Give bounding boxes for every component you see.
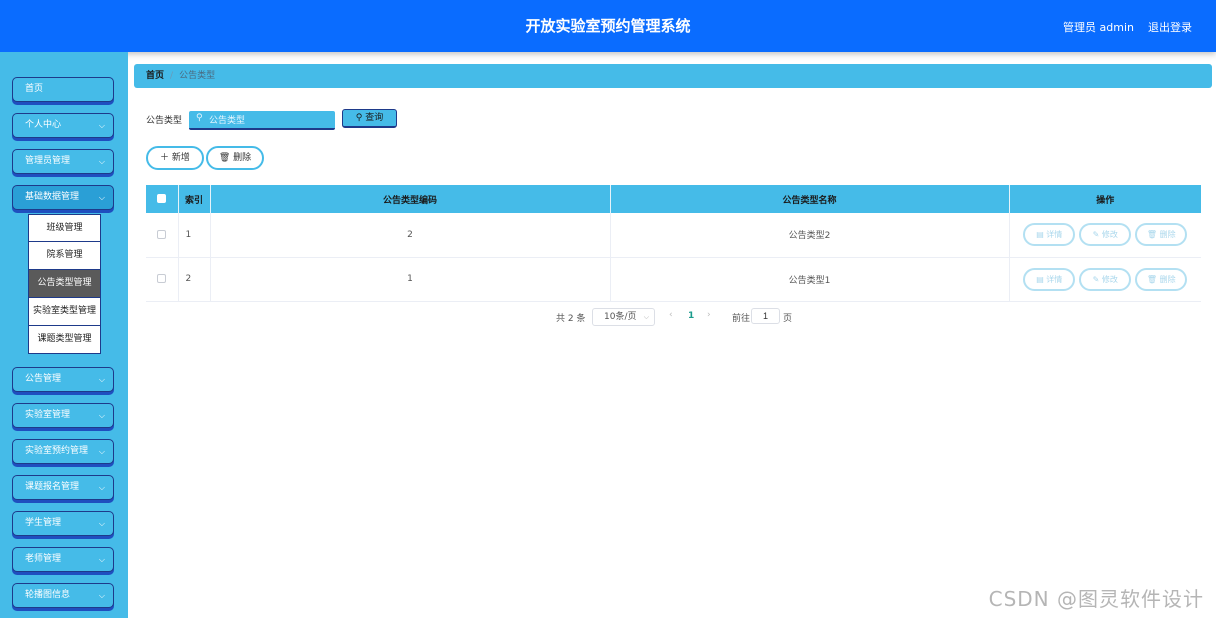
checkbox[interactable] [157, 274, 167, 283]
chevron-down-icon: ⌵ [98, 375, 105, 384]
submenu-item-class[interactable]: 班级管理 [29, 214, 100, 242]
submenu-item-notice-type[interactable]: 公告类型管理 [29, 270, 100, 298]
row-code: 1 [210, 257, 611, 302]
row-index: 1 [178, 213, 211, 258]
logout-link[interactable]: 退出登录 [1148, 19, 1192, 35]
query-button[interactable]: ⚲ 查询 [342, 109, 397, 128]
submenu-basic-data: 班级管理 院系管理 公告类型管理 实验室类型管理 课题类型管理 [28, 214, 101, 354]
submenu-item-department[interactable]: 院系管理 [29, 242, 100, 270]
document-icon: ▤ [1036, 274, 1047, 284]
edit-icon: ✎ [1092, 230, 1102, 240]
chevron-down-icon: ⌵ [98, 483, 105, 492]
detail-button[interactable]: ▤ 详情 [1023, 223, 1076, 247]
chevron-down-icon: ⌵ [98, 447, 105, 456]
sidebar-item-basic-data[interactable]: 基础数据管理 ⌵ [12, 185, 114, 210]
header-operations: 操作 [1009, 185, 1201, 213]
pagination-total: 共 2 条 [556, 314, 586, 324]
edit-icon: ✎ [1092, 274, 1102, 284]
sidebar-item-notice[interactable]: 公告管理 ⌵ [12, 367, 114, 392]
delete-row-button[interactable]: 🗑 删除 [1135, 223, 1188, 247]
app-title: 开放实验室预约管理系统 [525, 17, 691, 35]
row-checkbox-cell[interactable] [146, 213, 179, 258]
header-index: 索引 [178, 185, 211, 213]
table-row: 2 1 公告类型1 ▤ 详情 ✎ 修改 🗑 删除 [146, 257, 1201, 302]
next-page-button[interactable]: › [707, 310, 711, 320]
chevron-down-icon: ⌵ [98, 555, 105, 564]
trash-icon: 🗑 [218, 153, 234, 163]
row-checkbox-cell[interactable] [146, 257, 179, 302]
chevron-down-icon: ⌵ [98, 157, 105, 166]
header-code: 公告类型编码 [210, 185, 611, 213]
checkbox[interactable] [157, 229, 167, 239]
search-label: 公告类型 [146, 116, 183, 126]
notice-type-table: 索引 公告类型编码 公告类型名称 操作 1 2 公告类型2 ▤ 详情 ✎ 修改 🗑 … [146, 185, 1201, 302]
chevron-down-icon: ⌵ [98, 121, 105, 130]
goto-page-input[interactable] [751, 308, 780, 324]
detail-button[interactable]: ▤ 详情 [1023, 267, 1076, 291]
chevron-down-icon: ⌵ [98, 519, 105, 528]
sidebar-item-student[interactable]: 学生管理 ⌵ [12, 511, 114, 536]
trash-icon: 🗑 [1146, 274, 1160, 284]
submenu-item-topic-type[interactable]: 课题类型管理 [29, 326, 100, 354]
breadcrumb-current: 公告类型 [179, 71, 216, 81]
row-name: 公告类型2 [610, 213, 1010, 258]
header-name: 公告类型名称 [610, 185, 1010, 213]
table-header-row: 索引 公告类型编码 公告类型名称 操作 [146, 185, 1201, 213]
plus-icon: ＋ [160, 153, 172, 163]
sidebar-item-personal-center[interactable]: 个人中心 ⌵ [12, 113, 114, 138]
breadcrumb: 首页 / 公告类型 [134, 64, 1212, 88]
sidebar-item-carousel[interactable]: 轮播图信息 ⌵ [12, 583, 114, 608]
delete-button[interactable]: 🗑 删除 [206, 146, 264, 170]
chevron-down-icon: ⌵ [98, 591, 105, 600]
delete-row-button[interactable]: 🗑 删除 [1135, 267, 1188, 291]
search-input[interactable] [189, 111, 335, 130]
breadcrumb-separator: / [170, 71, 174, 81]
row-name: 公告类型1 [610, 257, 1010, 302]
search-icon: ⚲ [355, 113, 366, 123]
checkbox[interactable] [157, 194, 167, 203]
sidebar-item-lab-booking[interactable]: 实验室预约管理 ⌵ [12, 439, 114, 464]
trash-icon: 🗑 [1146, 230, 1160, 240]
page-size-select[interactable]: 10条/页 ⌵ [592, 308, 655, 326]
row-code: 2 [210, 213, 611, 258]
top-header: 开放实验室预约管理系统 管理员 admin 退出登录 [0, 0, 1216, 52]
page-number-current[interactable]: 1 [688, 311, 694, 321]
row-operations: ▤ 详情 ✎ 修改 🗑 删除 [1009, 257, 1201, 302]
table-row: 1 2 公告类型2 ▤ 详情 ✎ 修改 🗑 删除 [146, 213, 1201, 258]
sidebar-item-home[interactable]: 首页 [12, 77, 114, 102]
header-user-area: 管理员 admin 退出登录 [1063, 19, 1192, 35]
document-icon: ▤ [1036, 230, 1047, 240]
add-button[interactable]: ＋ 新增 [146, 146, 204, 170]
chevron-down-icon: ⌵ [643, 313, 649, 321]
current-user: 管理员 admin [1063, 21, 1134, 34]
sidebar-item-lab[interactable]: 实验室管理 ⌵ [12, 403, 114, 428]
sidebar-item-admin-management[interactable]: 管理员管理 ⌵ [12, 149, 114, 174]
row-operations: ▤ 详情 ✎ 修改 🗑 删除 [1009, 213, 1201, 258]
row-index: 2 [178, 257, 211, 302]
prev-page-button[interactable]: ‹ [669, 310, 673, 320]
sidebar-item-teacher[interactable]: 老师管理 ⌵ [12, 547, 114, 572]
sidebar-item-topic-signup[interactable]: 课题报名管理 ⌵ [12, 475, 114, 500]
goto-label: 前往 [732, 314, 751, 324]
chevron-down-icon: ⌵ [98, 411, 105, 420]
edit-button[interactable]: ✎ 修改 [1079, 267, 1132, 291]
search-icon: ⚲ [196, 113, 203, 123]
breadcrumb-home[interactable]: 首页 [146, 71, 164, 81]
page-suffix: 页 [783, 314, 793, 324]
chevron-up-icon: ⌵ [98, 193, 105, 202]
header-select-all[interactable] [146, 185, 179, 213]
edit-button[interactable]: ✎ 修改 [1079, 223, 1132, 247]
sidebar: 首页 个人中心 ⌵ 管理员管理 ⌵ 基础数据管理 ⌵ 班级管理 院系管理 公告类型管理… [0, 52, 128, 618]
pagination: 共 2 条 10条/页⌵ ‹ 1 › 前往 页 [0, 307, 1216, 327]
watermark: CSDN @图灵软件设计 [988, 587, 1204, 611]
